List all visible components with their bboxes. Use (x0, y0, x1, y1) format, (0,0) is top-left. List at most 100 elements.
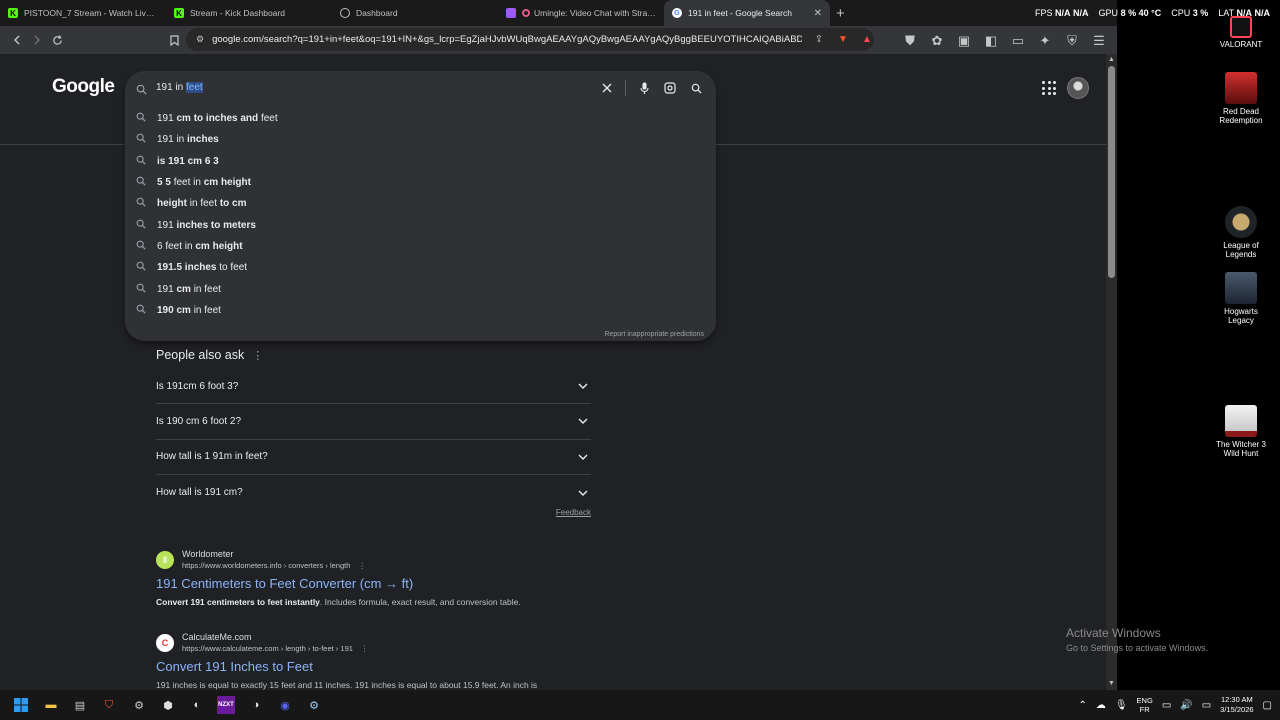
tab-umingle[interactable]: Umingle: Video Chat with Strange (498, 0, 664, 26)
suggestion-list: 191 cm to inches and feet 191 in inches is… (125, 108, 716, 321)
suggestion-item[interactable]: 6 feet in cm height (125, 236, 716, 257)
steam-icon[interactable]: ⚙ (305, 696, 323, 714)
search-query[interactable]: 191 in feet (156, 82, 203, 93)
google-apps-icon[interactable] (1042, 81, 1056, 95)
desktop: VALORANT Red Dead Redemption League of L… (1117, 0, 1280, 690)
result-site-name[interactable]: CalculateMe.com (182, 632, 368, 642)
brave-shields-icon[interactable]: ▼ (836, 33, 850, 47)
result-url[interactable]: https://www.calculateme.com › length › t… (182, 644, 368, 653)
result-url[interactable]: https://www.worldometers.info › converte… (182, 561, 366, 570)
chevron-down-icon[interactable] (575, 413, 591, 429)
brave-browser-icon[interactable]: ⛉ (100, 696, 118, 714)
avatar[interactable] (1067, 77, 1089, 99)
more-options-icon[interactable]: ⋮ (252, 349, 263, 362)
report-predictions-link[interactable]: Report inappropriate predictions (604, 331, 704, 338)
file-explorer-icon[interactable]: ▬ (42, 696, 60, 714)
share-icon[interactable]: ⇪ (812, 33, 826, 47)
chevron-down-icon[interactable] (575, 378, 591, 394)
site-info-icon[interactable]: ⚙ (196, 34, 204, 45)
suggestion-item[interactable]: height in feet to cm (125, 193, 716, 214)
discord-icon[interactable]: ◉ (276, 696, 294, 714)
app-icon[interactable]: ◐ (188, 696, 206, 714)
desktop-icon-red-dead[interactable]: Red Dead Redemption (1211, 72, 1271, 125)
suggestion-item[interactable]: 5 5 feet in cm height (125, 172, 716, 193)
suggestion-bold-part: cm (176, 283, 194, 295)
screenshot-icon[interactable]: ▣ (954, 31, 974, 51)
desktop-icon-league[interactable]: League of Legends (1211, 206, 1271, 259)
more-options-icon[interactable]: ⋮ (361, 644, 369, 653)
result-title-link[interactable]: Convert 191 Inches to Feet (156, 659, 756, 674)
desktop-icon-hogwarts[interactable]: Hogwarts Legacy (1211, 272, 1271, 325)
more-options-icon[interactable]: ⋮ (358, 561, 366, 570)
chevron-down-icon[interactable] (575, 485, 591, 501)
tab-kick-stream[interactable]: K PISTOON_7 Stream - Watch Live on K (0, 0, 166, 26)
scroll-thumb[interactable] (1108, 66, 1115, 278)
lens-icon[interactable] (662, 80, 678, 96)
suggestion-item[interactable]: 191.5 inches to feet (125, 257, 716, 278)
suggestion-bold-part: cm height (195, 240, 243, 252)
tab-google-search[interactable]: G 191 in feet - Google Search ✕ (664, 0, 830, 26)
close-tab-icon[interactable]: ✕ (814, 8, 822, 19)
suggestion-part: 191 (157, 219, 177, 231)
brave-rewards-icon[interactable]: ▲ (860, 33, 874, 47)
volume-icon[interactable]: 🔊 (1180, 700, 1192, 711)
microphone-icon[interactable] (636, 80, 652, 96)
tab-dashboard[interactable]: Dashboard (332, 0, 498, 26)
result-site-name[interactable]: Worldometer (182, 549, 366, 559)
feedback-link[interactable]: Feedback (556, 508, 591, 517)
suggestion-bold-part: 5 5 (157, 177, 174, 189)
google-logo[interactable]: Google (52, 76, 115, 98)
scrollbar[interactable]: ▲ ▼ (1106, 54, 1117, 690)
search-submit-icon[interactable] (688, 80, 704, 96)
suggestion-item[interactable]: 191 cm in feet (125, 278, 716, 299)
nzxt-icon[interactable]: NZXT (217, 696, 235, 714)
tab-kick-dashboard[interactable]: K Stream - Kick Dashboard (166, 0, 332, 26)
app-icon[interactable]: ◑ (247, 696, 265, 714)
clock[interactable]: 12:30 AM 3/15/2026 (1220, 695, 1253, 715)
paa-question[interactable]: Is 190 cm 6 foot 2? (156, 404, 591, 440)
bookmark-icon[interactable] (164, 30, 184, 50)
extension-icon[interactable]: ✿ (927, 31, 947, 51)
new-tab-icon[interactable]: + (836, 5, 845, 22)
suggestion-item[interactable]: 191 cm to inches and feet (125, 108, 716, 129)
chevron-up-icon[interactable]: ⌃ (1078, 700, 1086, 711)
vpn-icon[interactable]: ⛨ (1062, 31, 1082, 51)
suggestion-part: 191 (157, 283, 177, 295)
scroll-up-icon[interactable]: ▲ (1108, 56, 1115, 63)
paa-question[interactable]: Is 191cm 6 foot 3? (156, 369, 591, 405)
address-bar[interactable]: ⚙ google.com/search?q=191+in+feet&oq=191… (186, 28, 874, 51)
result-title-link[interactable]: 191 Centimeters to Feet Converter (cm → … (156, 576, 756, 591)
suggestion-text: 5 5 feet in cm height (157, 177, 251, 188)
suggestion-item[interactable]: 190 cm in feet (125, 300, 716, 321)
menu-icon[interactable]: ☰ (1089, 31, 1109, 51)
epic-games-icon[interactable]: ⬢ (159, 696, 177, 714)
chevron-down-icon[interactable] (575, 449, 591, 465)
clear-icon[interactable] (599, 80, 615, 96)
battery-icon[interactable]: ▭ (1202, 700, 1211, 711)
windows-start-icon[interactable] (12, 696, 30, 714)
suggestion-item[interactable]: 191 inches to meters (125, 214, 716, 235)
desktop-icon-valorant[interactable]: VALORANT (1211, 16, 1271, 49)
language-indicator[interactable]: ENG FR (1137, 696, 1153, 714)
paa-question[interactable]: How tall is 191 cm? (156, 475, 591, 510)
microphone-icon[interactable]: 🎙 (1115, 700, 1128, 711)
forward-icon[interactable] (27, 30, 47, 50)
sidebar-icon[interactable]: ◧ (981, 31, 1001, 51)
scroll-down-icon[interactable]: ▼ (1108, 680, 1115, 687)
suggestion-item[interactable]: is 191 cm 6 3 (125, 151, 716, 172)
reload-icon[interactable] (47, 30, 67, 50)
search-input[interactable]: 191 in feet (125, 71, 716, 105)
snippet-text: . Includes formula, exact result, and co… (319, 597, 521, 607)
suggestion-item[interactable]: 191 in inches (125, 129, 716, 150)
desktop-icon-witcher[interactable]: The Witcher 3 Wild Hunt (1211, 405, 1271, 458)
paa-question[interactable]: How tall is 1 91m in feet? (156, 440, 591, 475)
wallet-icon[interactable]: ▭ (1008, 31, 1028, 51)
store-icon[interactable]: ▤ (71, 696, 89, 714)
settings-icon[interactable]: ⚙ (130, 696, 148, 714)
onedrive-icon[interactable]: ☁ (1096, 700, 1106, 711)
network-icon[interactable]: ▭ (1162, 700, 1171, 711)
back-icon[interactable] (7, 30, 27, 50)
adblock-icon[interactable]: ⛊ (900, 31, 920, 51)
leo-ai-icon[interactable]: ✦ (1035, 31, 1055, 51)
notifications-icon[interactable]: ▢ (1263, 700, 1272, 711)
